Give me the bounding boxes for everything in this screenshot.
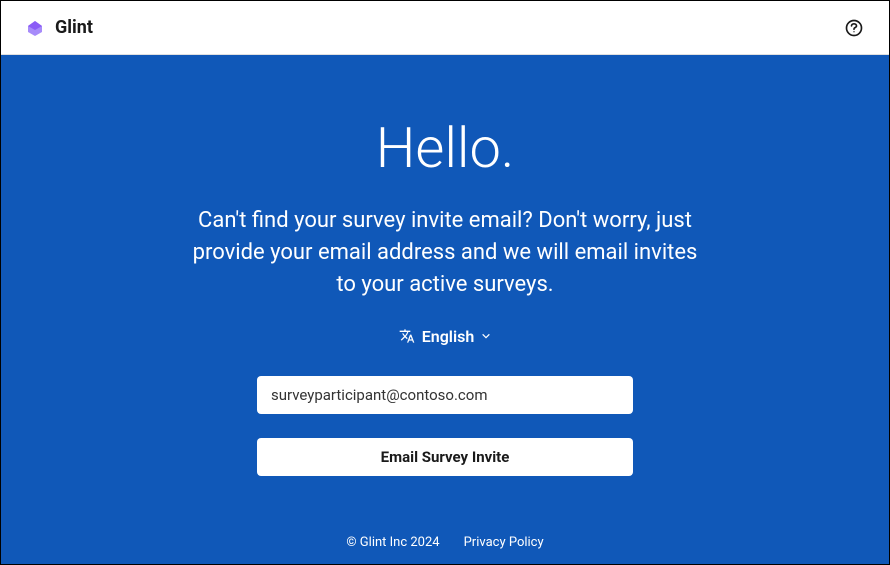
email-input[interactable] bbox=[257, 376, 633, 414]
hello-heading: Hello. bbox=[376, 115, 515, 181]
copyright-text: © Glint Inc 2024 bbox=[346, 535, 439, 550]
privacy-policy-link[interactable]: Privacy Policy bbox=[464, 535, 544, 550]
header: Glint bbox=[1, 1, 889, 55]
glint-logo-icon bbox=[25, 18, 45, 38]
main-content: Hello. Can't find your survey invite ema… bbox=[1, 55, 889, 564]
form-area: Email Survey Invite bbox=[257, 376, 633, 476]
subtitle-text: Can't find your survey invite email? Don… bbox=[185, 205, 705, 301]
chevron-down-icon bbox=[480, 330, 492, 342]
help-icon[interactable] bbox=[843, 17, 865, 39]
language-selector[interactable]: English bbox=[398, 327, 493, 346]
language-label: English bbox=[422, 327, 475, 346]
brand-name: Glint bbox=[55, 17, 93, 38]
footer: © Glint Inc 2024 Privacy Policy bbox=[346, 535, 543, 550]
translate-icon bbox=[398, 327, 416, 345]
email-survey-invite-button[interactable]: Email Survey Invite bbox=[257, 438, 633, 476]
brand: Glint bbox=[25, 17, 93, 38]
